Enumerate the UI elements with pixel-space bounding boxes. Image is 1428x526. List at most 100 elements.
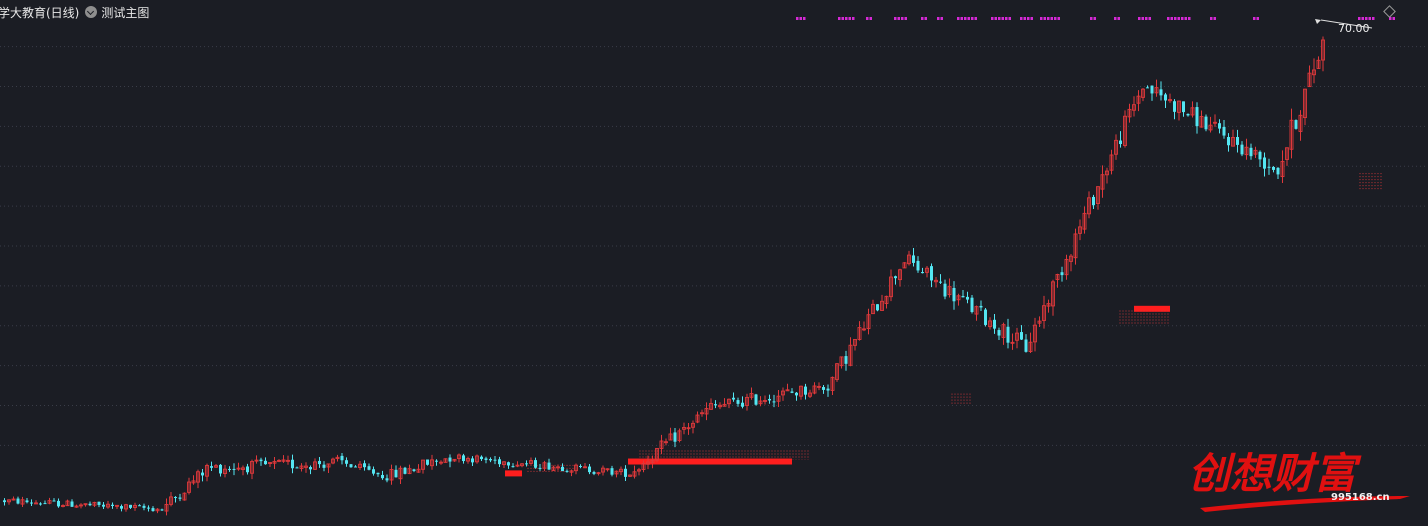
candle-body bbox=[363, 463, 366, 468]
candle bbox=[1073, 228, 1078, 265]
candle bbox=[1272, 166, 1275, 173]
candle bbox=[111, 502, 114, 509]
candle bbox=[155, 508, 160, 514]
candle bbox=[430, 454, 434, 470]
candle-body bbox=[966, 296, 969, 300]
candle bbox=[1100, 165, 1105, 198]
candle-body bbox=[984, 309, 987, 325]
candle-body bbox=[43, 503, 47, 505]
candle bbox=[686, 422, 691, 435]
signal-marker bbox=[1057, 17, 1060, 20]
signal-marker bbox=[1005, 17, 1008, 20]
candle-body bbox=[142, 505, 146, 508]
candle-body bbox=[1267, 166, 1271, 168]
candle bbox=[898, 268, 902, 287]
candle-body bbox=[1195, 107, 1199, 127]
chevron-down-icon[interactable] bbox=[85, 6, 98, 18]
candle-body bbox=[318, 460, 321, 465]
candle-body bbox=[16, 498, 20, 504]
candle-body bbox=[795, 392, 798, 396]
signal-marker bbox=[1372, 17, 1375, 20]
candle bbox=[385, 474, 389, 483]
candle bbox=[471, 456, 474, 466]
candle bbox=[223, 464, 227, 478]
candle-body bbox=[961, 296, 965, 298]
candle-body bbox=[1173, 101, 1176, 112]
candle bbox=[871, 299, 875, 315]
candle bbox=[1046, 299, 1051, 313]
signal-marker bbox=[852, 17, 855, 20]
candle-body bbox=[511, 466, 515, 468]
candle bbox=[1164, 92, 1167, 109]
candle bbox=[574, 463, 578, 475]
kline-chart-svg: 70.00 创想财富995168.cn bbox=[0, 17, 1428, 516]
candle bbox=[1060, 266, 1064, 282]
candle bbox=[1150, 85, 1154, 101]
candle bbox=[1190, 101, 1195, 118]
candle-body bbox=[210, 466, 213, 468]
candle-body bbox=[1150, 85, 1154, 94]
candle-body bbox=[385, 478, 389, 481]
candle bbox=[1231, 129, 1235, 147]
support-band bbox=[505, 470, 522, 477]
candle bbox=[718, 402, 722, 410]
candle bbox=[677, 428, 682, 443]
candle bbox=[83, 503, 88, 507]
candle bbox=[372, 466, 375, 476]
candle bbox=[25, 497, 29, 504]
candle bbox=[700, 409, 704, 417]
candle bbox=[272, 456, 277, 470]
signal-marker bbox=[1114, 17, 1117, 20]
candle bbox=[1042, 295, 1046, 329]
candle bbox=[462, 453, 465, 464]
candle bbox=[826, 384, 830, 397]
candle bbox=[57, 498, 60, 508]
candle bbox=[299, 463, 304, 472]
candle bbox=[1298, 110, 1303, 141]
candle bbox=[1136, 90, 1141, 112]
candle bbox=[822, 385, 825, 394]
candle bbox=[1082, 206, 1087, 234]
candle bbox=[596, 471, 601, 476]
candle-body bbox=[264, 460, 267, 465]
candle bbox=[601, 465, 605, 476]
candle-body bbox=[340, 455, 344, 461]
candle-body bbox=[1020, 332, 1023, 340]
candle bbox=[412, 468, 416, 473]
candle bbox=[20, 496, 25, 507]
brand-site: 995168.cn bbox=[1331, 492, 1390, 503]
candle bbox=[389, 464, 394, 485]
candle bbox=[349, 464, 353, 468]
signal-marker bbox=[994, 17, 997, 20]
signal-marker bbox=[1213, 17, 1216, 20]
candle bbox=[704, 402, 709, 421]
signal-marker bbox=[1184, 17, 1187, 20]
signal-marker bbox=[1256, 17, 1259, 20]
candle-body bbox=[1204, 116, 1208, 130]
candle bbox=[214, 464, 218, 469]
kline-chart[interactable]: 70.00 创想财富 995168.cn bbox=[0, 0, 1428, 526]
candle bbox=[174, 496, 177, 503]
signal-marker bbox=[1043, 17, 1046, 20]
candle-body bbox=[147, 507, 150, 509]
indicator-label[interactable]: 测试主图 bbox=[101, 4, 149, 21]
candle bbox=[902, 262, 907, 269]
signal-marker bbox=[991, 17, 994, 20]
candle bbox=[457, 453, 461, 463]
signal-marker bbox=[1358, 17, 1361, 20]
candle bbox=[561, 463, 564, 472]
candle bbox=[1123, 110, 1127, 148]
candle bbox=[565, 469, 569, 473]
candle bbox=[381, 470, 384, 480]
candle bbox=[632, 465, 637, 479]
candle bbox=[61, 504, 65, 508]
candle bbox=[947, 278, 952, 298]
brand-watermark: 创想财富995168.cn bbox=[1188, 449, 1410, 512]
candle bbox=[142, 503, 146, 511]
candle-body bbox=[88, 503, 92, 506]
signal-marker bbox=[894, 17, 897, 20]
candle bbox=[228, 466, 231, 472]
candle bbox=[1289, 108, 1294, 159]
candle-body bbox=[493, 459, 497, 461]
candle-body bbox=[1092, 196, 1095, 206]
